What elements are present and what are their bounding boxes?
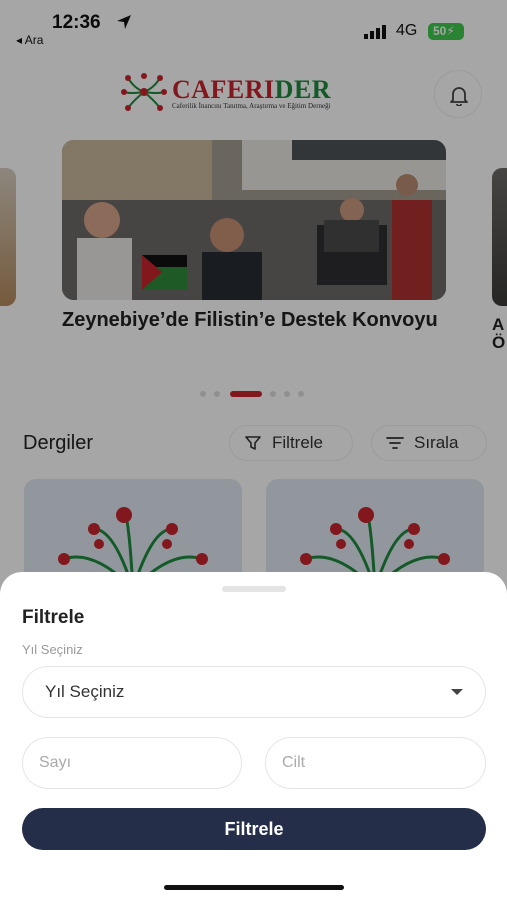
apply-filter-button[interactable]: Filtrele [22,808,486,850]
year-field-label: Yıl Seçiniz [22,642,83,657]
caret-down-icon [451,689,463,695]
home-indicator [164,885,344,890]
year-select[interactable]: Yıl Seçiniz [22,666,486,718]
filter-bottom-sheet: Filtrele Yıl Seçiniz Yıl Seçiniz Filtrel… [0,572,507,900]
volume-input[interactable] [265,737,486,789]
sheet-title: Filtrele [22,607,85,628]
sheet-drag-handle[interactable] [222,586,286,592]
number-input[interactable] [22,737,242,789]
year-select-value: Yıl Seçiniz [45,682,125,701]
